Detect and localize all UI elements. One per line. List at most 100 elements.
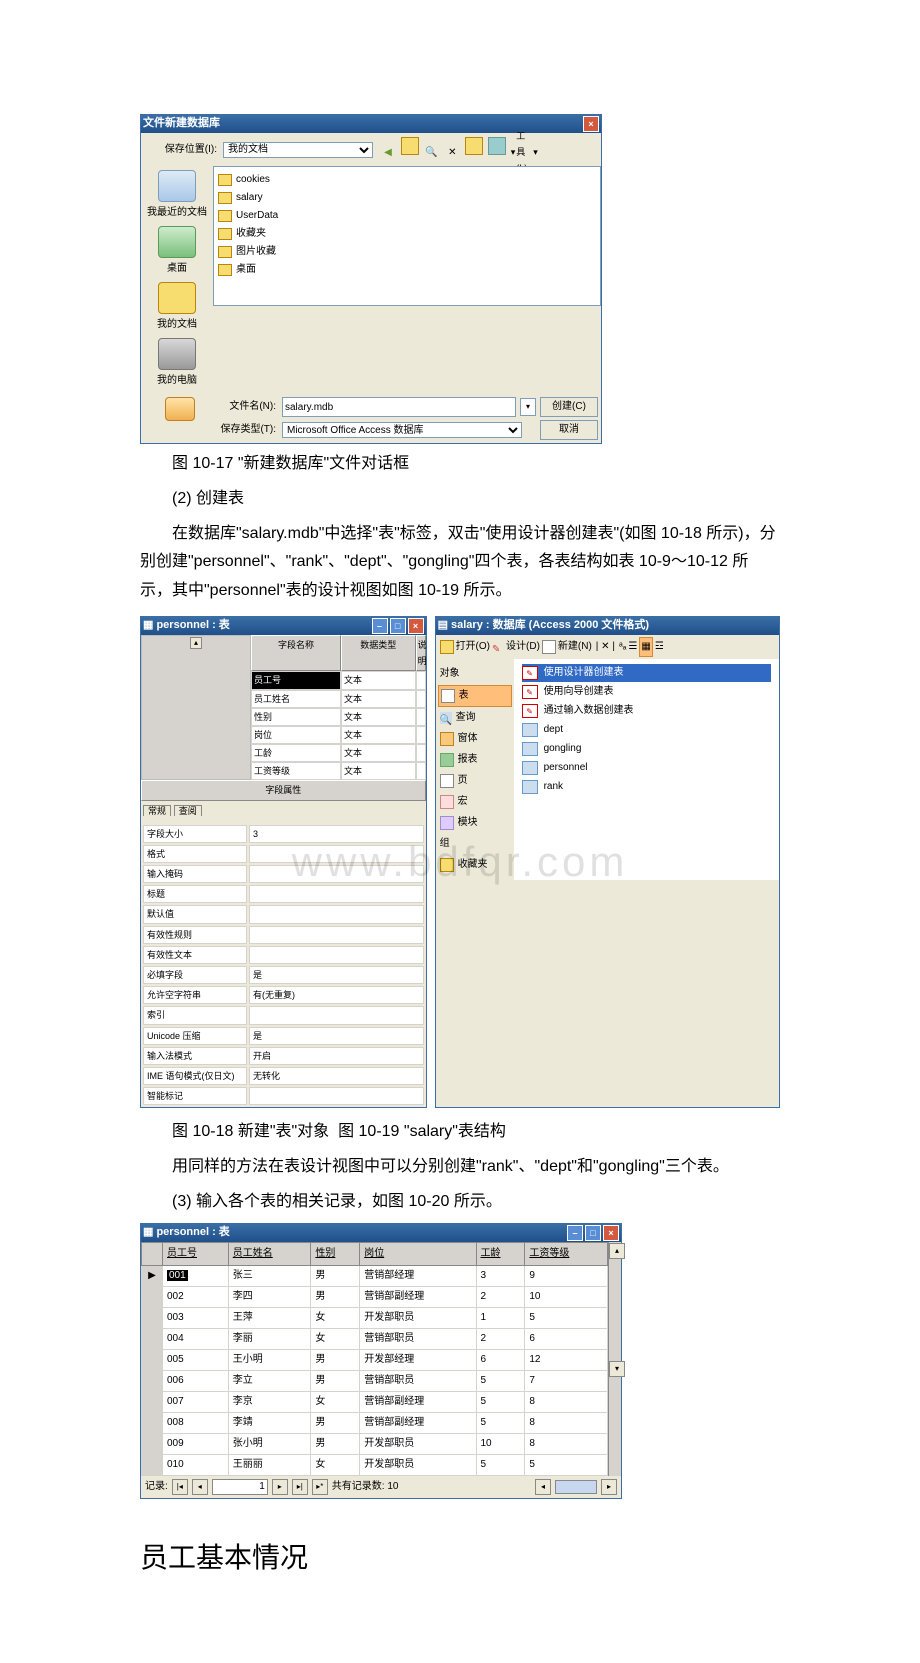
scroll-down-icon[interactable]: ▾: [609, 1361, 625, 1377]
prop-value[interactable]: [249, 885, 424, 903]
scroll-up-icon[interactable]: ▴: [609, 1243, 625, 1259]
up-icon[interactable]: [401, 137, 419, 155]
prop-value[interactable]: [249, 1006, 424, 1024]
minimize-icon[interactable]: –: [567, 1225, 583, 1241]
cancel-button[interactable]: 取消: [540, 420, 598, 440]
minimize-icon[interactable]: –: [372, 618, 388, 634]
field-cell[interactable]: [416, 726, 426, 744]
table-row[interactable]: 007李京女营销部副经理58: [142, 1391, 608, 1412]
small-icons-icon[interactable]: ᵃₐ: [619, 638, 626, 656]
views-icon[interactable]: [488, 137, 506, 155]
prop-value[interactable]: [249, 845, 424, 863]
field-cell[interactable]: 工龄: [251, 744, 341, 762]
field-cell[interactable]: 文本: [341, 762, 416, 780]
table-row[interactable]: 009张小明男开发部职员108: [142, 1433, 608, 1454]
nav-macros[interactable]: 宏: [438, 792, 512, 812]
nav-forms[interactable]: 窗体: [438, 729, 512, 749]
field-cell[interactable]: 岗位: [251, 726, 341, 744]
table-row[interactable]: 008李靖男营销部副经理58: [142, 1412, 608, 1433]
hscroll-thumb[interactable]: [555, 1480, 597, 1494]
close-icon[interactable]: ×: [583, 116, 599, 132]
nav-favorites[interactable]: 收藏夹: [438, 855, 512, 875]
table-row[interactable]: ▶001张三男营销部经理39: [142, 1265, 608, 1286]
folder-item[interactable]: 图片收藏: [218, 243, 596, 261]
folder-item[interactable]: UserData: [218, 207, 596, 225]
list-item[interactable]: personnel: [522, 759, 771, 777]
design-icon[interactable]: ✎: [492, 641, 504, 653]
prop-value[interactable]: 3: [249, 825, 424, 843]
tab-lookup[interactable]: 查阅: [174, 805, 202, 816]
vertical-scrollbar[interactable]: ▴ ▾: [608, 1242, 621, 1476]
field-cell[interactable]: 员工号: [251, 671, 341, 689]
desktop-place[interactable]: 桌面: [141, 226, 213, 278]
nav-queries[interactable]: 🔍查询: [438, 708, 512, 728]
field-cell[interactable]: 性别: [251, 708, 341, 726]
field-cell[interactable]: 文本: [341, 708, 416, 726]
nav-groups[interactable]: 组: [438, 834, 512, 854]
field-cell[interactable]: [416, 708, 426, 726]
recent-place[interactable]: 我最近的文档: [141, 170, 213, 222]
tab-general[interactable]: 常规: [143, 805, 171, 816]
col-header[interactable]: 岗位: [360, 1242, 476, 1265]
folder-item[interactable]: 收藏夹: [218, 225, 596, 243]
list-item[interactable]: ✎使用设计器创建表: [522, 664, 771, 682]
nav-objects[interactable]: 对象: [438, 664, 512, 684]
prop-value[interactable]: [249, 905, 424, 923]
field-cell[interactable]: 文本: [341, 671, 416, 689]
nav-reports[interactable]: 报表: [438, 750, 512, 770]
open-button[interactable]: 打开(O): [456, 638, 490, 656]
prop-value[interactable]: 开启: [249, 1047, 424, 1065]
nav-pages[interactable]: 页: [438, 771, 512, 791]
list-item[interactable]: dept: [522, 721, 771, 739]
close-icon[interactable]: ×: [603, 1225, 619, 1241]
prop-value[interactable]: 是: [249, 1027, 424, 1045]
field-cell[interactable]: [416, 690, 426, 708]
new-button[interactable]: 新建(N): [558, 638, 592, 656]
col-header[interactable]: 员工姓名: [228, 1242, 311, 1265]
record-number-field[interactable]: [212, 1479, 268, 1495]
nav-tables[interactable]: 表: [438, 685, 512, 707]
documents-place[interactable]: 我的文档: [141, 282, 213, 334]
prop-value[interactable]: 有(无重复): [249, 986, 424, 1004]
folder-item[interactable]: 桌面: [218, 261, 596, 279]
col-header[interactable]: 员工号: [163, 1242, 229, 1265]
col-header[interactable]: 工资等级: [525, 1242, 608, 1265]
table-row[interactable]: 004李丽女营销部职员26: [142, 1328, 608, 1349]
delete-icon[interactable]: ✕: [444, 145, 460, 161]
list-item[interactable]: gongling: [522, 740, 771, 758]
first-record-button[interactable]: |◂: [172, 1479, 188, 1495]
hscroll-right-icon[interactable]: ▸: [601, 1479, 617, 1495]
prop-value[interactable]: [249, 865, 424, 883]
tools-menu[interactable]: ▾ 工具(L)▾: [511, 144, 538, 160]
maximize-icon[interactable]: □: [585, 1225, 601, 1241]
field-cell[interactable]: 文本: [341, 744, 416, 762]
close-icon[interactable]: ×: [408, 618, 424, 634]
save-location-select[interactable]: 我的文档: [223, 142, 373, 158]
prop-value[interactable]: 无转化: [249, 1067, 424, 1085]
next-record-button[interactable]: ▸: [272, 1479, 288, 1495]
net-place[interactable]: [144, 397, 216, 423]
design-button[interactable]: 设计(D): [506, 638, 540, 656]
filename-field[interactable]: [282, 397, 516, 417]
create-button[interactable]: 创建(C): [540, 397, 598, 417]
field-cell[interactable]: 文本: [341, 726, 416, 744]
folder-item[interactable]: salary: [218, 189, 596, 207]
back-icon[interactable]: ◀: [380, 145, 396, 161]
nav-modules[interactable]: 模块: [438, 813, 512, 833]
list-item[interactable]: ✎通过输入数据创建表: [522, 702, 771, 720]
prev-record-button[interactable]: ◂: [192, 1479, 208, 1495]
prop-value[interactable]: [249, 946, 424, 964]
table-row[interactable]: 005王小明男开发部经理612: [142, 1349, 608, 1370]
search-icon[interactable]: 🔍: [424, 145, 440, 161]
col-header[interactable]: 性别: [311, 1242, 360, 1265]
chevron-down-icon[interactable]: ▾: [520, 398, 536, 416]
field-cell[interactable]: [416, 762, 426, 780]
new-icon[interactable]: [542, 640, 556, 654]
new-record-button[interactable]: ▸*: [312, 1479, 328, 1495]
table-row[interactable]: 010王丽丽女开发部职员55: [142, 1454, 608, 1475]
table-row[interactable]: 003王萍女开发部职员15: [142, 1307, 608, 1328]
maximize-icon[interactable]: □: [390, 618, 406, 634]
new-folder-icon[interactable]: [465, 137, 483, 155]
open-icon[interactable]: [440, 640, 454, 654]
list-icon-1[interactable]: ☰: [628, 638, 637, 656]
